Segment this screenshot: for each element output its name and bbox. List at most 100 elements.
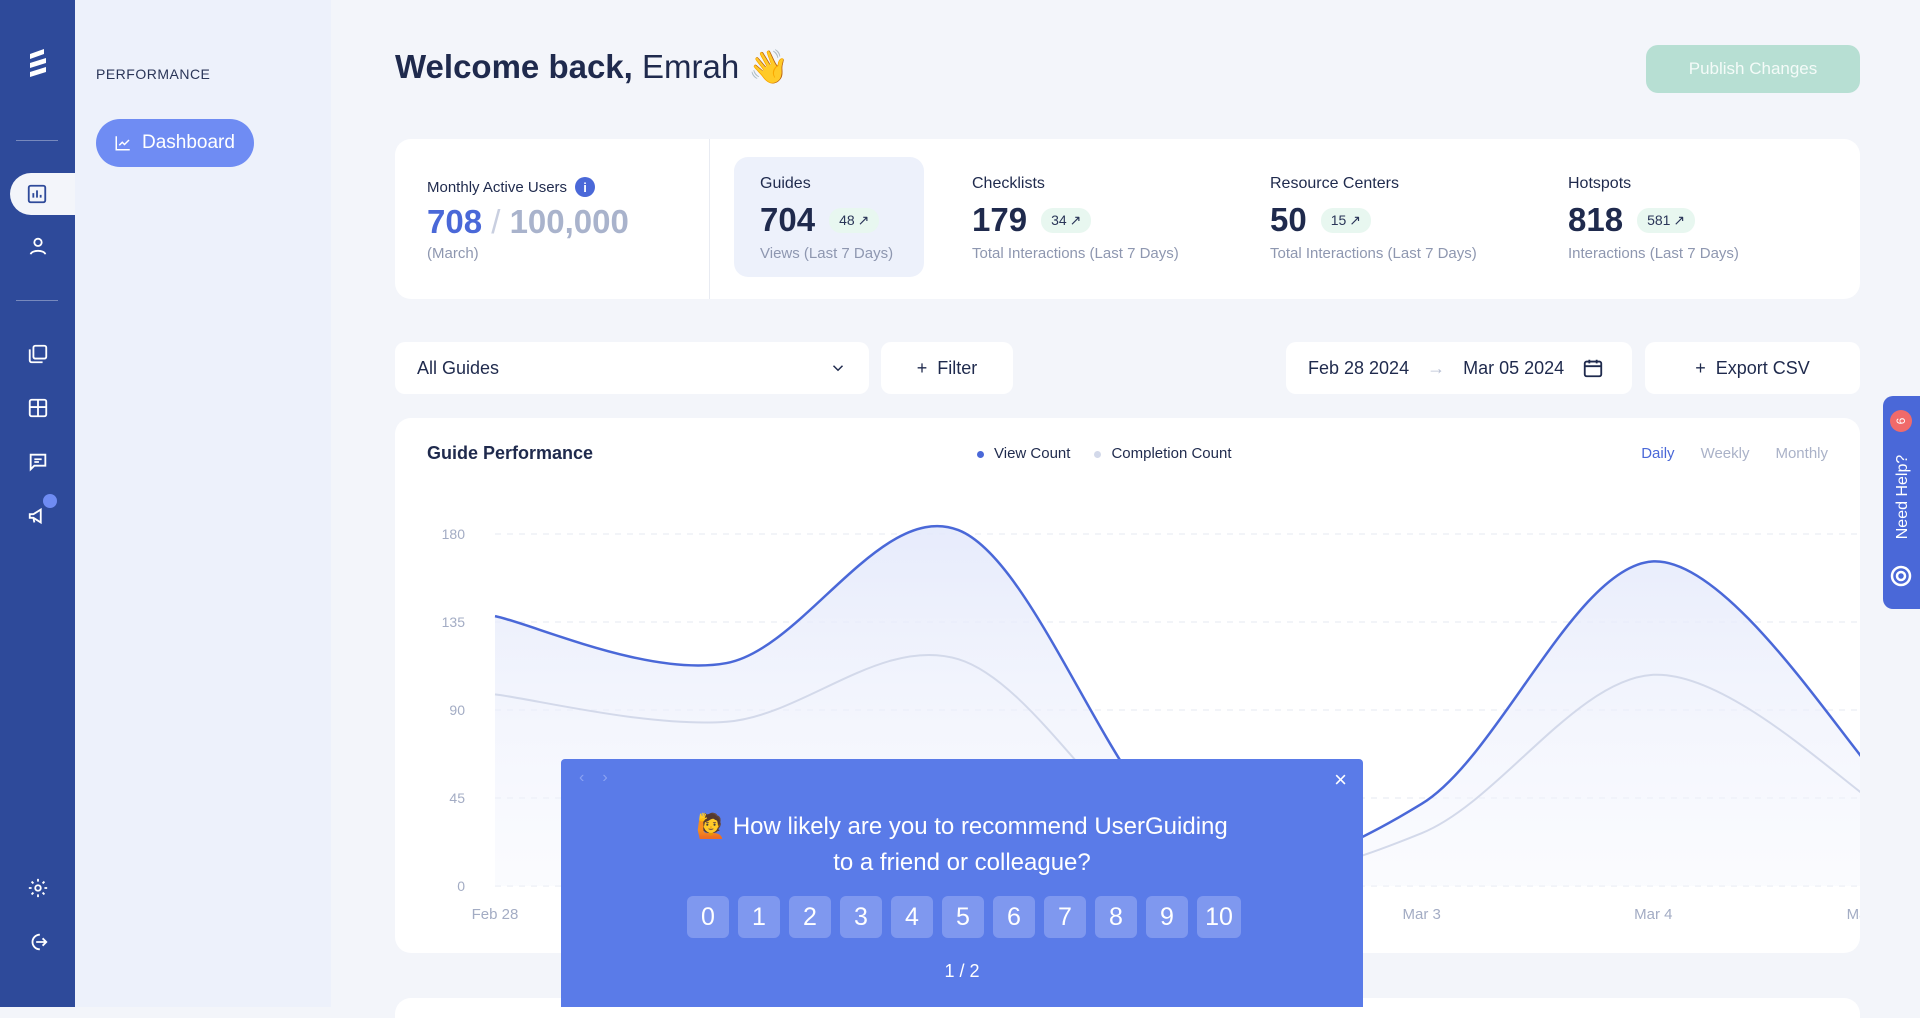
rail-item-guides[interactable] — [20, 336, 56, 372]
user-name: Emrah — [642, 48, 740, 85]
chevron-down-icon — [832, 365, 844, 372]
trend-badge: 48 ↗ — [829, 207, 880, 233]
rail-item-messages[interactable] — [20, 444, 56, 480]
rail-divider — [16, 140, 58, 141]
legend-completion-count[interactable]: Completion Count — [1094, 445, 1232, 462]
stat-resource-centers[interactable]: Resource Centers 50 15 ↗ Total Interactio… — [1270, 175, 1477, 262]
mau-value: 708 / 100,000 — [427, 203, 629, 241]
userguiding-logo-icon[interactable] — [24, 44, 52, 84]
date-from: Feb 28 2024 — [1308, 357, 1410, 378]
user-icon — [29, 237, 47, 255]
score-options: 0 1 2 3 4 5 6 7 8 9 10 — [687, 896, 1241, 938]
stat-checklists[interactable]: Checklists 179 34 ↗ Total Interactions (L… — [972, 175, 1179, 262]
survey-question: 🙋 How likely are you to recommend UserGu… — [561, 809, 1363, 881]
raising-hand-emoji: 🙋 — [696, 813, 727, 840]
stat-row: 818 581 ↗ — [1568, 201, 1739, 239]
stat-value: 50 — [1270, 201, 1307, 238]
gear-icon — [28, 878, 48, 898]
score-button-5[interactable]: 5 — [942, 896, 984, 938]
guides-icon — [28, 344, 48, 364]
period-weekly[interactable]: Weekly — [1701, 445, 1750, 462]
page-title: Welcome back, Emrah 👋 — [395, 48, 789, 87]
megaphone-icon — [28, 507, 42, 525]
mau-current: 708 — [427, 203, 483, 240]
chevron-left-icon[interactable]: ‹ — [579, 769, 584, 787]
filter-bar: All Guides + Filter Feb 28 2024 → Mar 05… — [395, 342, 1860, 394]
score-button-8[interactable]: 8 — [1095, 896, 1137, 938]
score-button-7[interactable]: 7 — [1044, 896, 1086, 938]
guide-select[interactable]: All Guides — [395, 342, 869, 394]
survey-nav: ‹ › — [579, 769, 608, 787]
score-button-3[interactable]: 3 — [840, 896, 882, 938]
date-to: Mar 05 2024 — [1463, 357, 1565, 378]
period-daily[interactable]: Daily — [1641, 445, 1674, 462]
dashboard-label: Dashboard — [142, 132, 235, 153]
question-line-1: How likely are you to recommend UserGuid… — [732, 813, 1228, 840]
stat-value: 179 — [972, 201, 1028, 238]
score-button-2[interactable]: 2 — [789, 896, 831, 938]
stat-caption: Views (Last 7 Days) — [760, 245, 894, 262]
chart-legend: View Count Completion Count — [977, 445, 1232, 462]
mau-label-row: Monthly Active Users i — [427, 177, 629, 197]
filter-button[interactable]: + Filter — [881, 342, 1013, 394]
stats-panel: Monthly Active Users i 708 / 100,000 (Ma… — [395, 139, 1860, 299]
rail-item-users[interactable] — [20, 228, 56, 264]
stat-row: 50 15 ↗ — [1270, 201, 1477, 239]
stats-divider — [709, 139, 710, 299]
close-icon[interactable]: × — [1334, 767, 1347, 793]
info-icon[interactable]: i — [575, 177, 596, 197]
logout-icon — [31, 933, 48, 951]
stat-hotspots[interactable]: Hotspots 818 581 ↗ Interactions (Last 7 D… — [1568, 175, 1739, 262]
y-tick-label: 0 — [457, 878, 465, 894]
filter-label: Filter — [937, 357, 978, 378]
y-tick-label: 45 — [449, 790, 465, 806]
rail-item-dashboard[interactable] — [10, 173, 76, 215]
score-button-9[interactable]: 9 — [1146, 896, 1188, 938]
stat-value: 818 — [1568, 201, 1624, 238]
legend-dot — [1094, 450, 1102, 458]
trend-badge: 34 ↗ — [1041, 207, 1092, 233]
publish-changes-button[interactable]: Publish Changes — [1646, 45, 1860, 93]
mau-total: 100,000 — [509, 203, 629, 240]
chevron-right-icon[interactable]: › — [602, 769, 607, 787]
legend-label: View Count — [994, 445, 1071, 462]
mau-period: (March) — [427, 245, 479, 262]
score-button-1[interactable]: 1 — [738, 896, 780, 938]
score-button-10[interactable]: 10 — [1197, 896, 1241, 938]
arrow-up-right-icon: ↗ — [857, 211, 870, 228]
x-tick-label: Mar 5 — [1847, 906, 1860, 923]
export-label: Export CSV — [1715, 357, 1810, 378]
dashboard-nav-button[interactable]: Dashboard — [96, 119, 254, 167]
x-tick-label: Feb 28 — [472, 906, 519, 923]
chart-title: Guide Performance — [427, 443, 594, 463]
lifebuoy-icon — [1890, 565, 1912, 587]
rail-item-layouts[interactable] — [20, 390, 56, 426]
stat-value: 704 — [760, 201, 816, 238]
stat-guides[interactable]: Guides 704 48 ↗ Views (Last 7 Days) — [734, 157, 924, 277]
stat-title: Hotspots — [1568, 175, 1632, 192]
plus-icon: + — [916, 357, 928, 378]
score-button-6[interactable]: 6 — [993, 896, 1035, 938]
score-button-4[interactable]: 4 — [891, 896, 933, 938]
line-chart-icon — [115, 136, 130, 151]
rail-divider — [16, 300, 58, 301]
layout-icon — [28, 398, 48, 418]
trend-badge: 15 ↗ — [1320, 207, 1372, 233]
trend-value: 34 — [1051, 212, 1067, 228]
date-range-picker[interactable]: Feb 28 2024 → Mar 05 2024 — [1286, 342, 1632, 394]
trend-value: 15 — [1330, 212, 1347, 228]
notification-dot — [43, 494, 57, 508]
need-help-tab[interactable]: 6 Need Help? — [1883, 396, 1920, 609]
legend-view-count[interactable]: View Count — [977, 445, 1070, 462]
rail-item-settings[interactable] — [20, 870, 56, 906]
survey-page-indicator: 1 / 2 — [944, 961, 980, 981]
export-csv-button[interactable]: + Export CSV — [1645, 342, 1860, 394]
legend-label: Completion Count — [1111, 445, 1232, 462]
calendar-icon — [1584, 359, 1603, 378]
rail-item-logout[interactable] — [20, 924, 56, 960]
score-button-0[interactable]: 0 — [687, 896, 729, 938]
period-monthly[interactable]: Monthly — [1775, 445, 1828, 462]
stat-title: Guides — [760, 175, 811, 192]
arrow-right-icon: → — [1427, 357, 1446, 378]
nps-survey-modal: ‹ › × 🙋 How likely are you to recommend … — [561, 759, 1363, 1007]
